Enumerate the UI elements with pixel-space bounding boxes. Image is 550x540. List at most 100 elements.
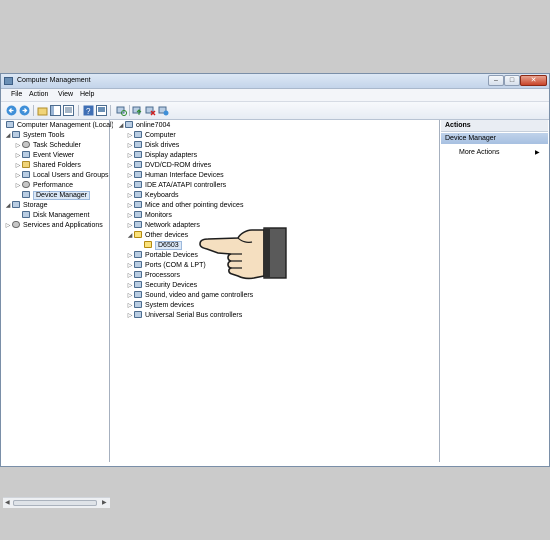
back-icon[interactable]	[6, 105, 17, 116]
device-category-keyboards[interactable]: ▷ Keyboards	[127, 191, 178, 201]
device-category-usb[interactable]: ▷ Universal Serial Bus controllers	[127, 311, 242, 321]
other-devices-icon	[134, 231, 142, 238]
tree-item-services[interactable]: ▷ Services and Applications	[5, 221, 103, 231]
toolbar: ?	[1, 102, 549, 120]
title-bar[interactable]: Computer Management – □ ✕	[1, 74, 549, 89]
sound-icon	[134, 291, 142, 298]
device-category-monitors[interactable]: ▷ Monitors	[127, 211, 172, 221]
tree-item-shared-folders[interactable]: ▷ Shared Folders	[15, 161, 81, 171]
collapse-icon[interactable]: ◢	[5, 131, 11, 141]
device-tree-root[interactable]: ◢ online7004	[118, 121, 170, 131]
horizontal-scrollbar[interactable]: ◀ ▶	[3, 497, 110, 508]
device-category-mice[interactable]: ▷ Mice and other pointing devices	[127, 201, 243, 211]
unknown-device-item[interactable]: D6503	[137, 241, 182, 251]
device-category-dvd-drives[interactable]: ▷ DVD/CD-ROM drives	[127, 161, 211, 171]
device-category-sound[interactable]: ▷ Sound, video and game controllers	[127, 291, 253, 301]
expand-icon[interactable]: ▷	[127, 261, 133, 271]
expand-icon[interactable]: ▷	[127, 301, 133, 311]
ide-controller-icon	[134, 181, 142, 188]
uninstall-icon[interactable]	[145, 105, 156, 116]
minimize-button[interactable]: –	[488, 75, 504, 86]
tree-item-root[interactable]: Computer Management (Local)	[5, 121, 114, 131]
tree-item-performance[interactable]: ▷ Performance	[15, 181, 73, 191]
more-actions-link[interactable]: More Actions	[459, 148, 499, 158]
keyboard-icon	[134, 191, 142, 198]
expand-icon[interactable]: ▷	[127, 191, 133, 201]
expand-icon[interactable]: ▷	[127, 171, 133, 181]
disk-drive-icon	[134, 141, 142, 148]
tools-icon	[12, 131, 20, 138]
device-category-system-devices[interactable]: ▷ System devices	[127, 301, 194, 311]
expand-icon[interactable]: ▷	[15, 161, 21, 171]
system-device-icon	[134, 301, 142, 308]
tree-item-event-viewer[interactable]: ▷ Event Viewer	[15, 151, 74, 161]
expand-icon[interactable]: ▷	[15, 171, 21, 181]
users-icon	[22, 171, 30, 178]
expand-icon[interactable]: ▷	[127, 131, 133, 141]
scroll-right-icon[interactable]: ▶	[102, 499, 107, 506]
enable-device-icon[interactable]	[158, 105, 169, 116]
forward-icon[interactable]	[19, 105, 30, 116]
collapse-icon[interactable]: ◢	[127, 231, 133, 241]
tree-item-local-users[interactable]: ▷ Local Users and Groups	[15, 171, 108, 181]
expand-icon[interactable]: ▷	[15, 181, 21, 191]
expand-icon[interactable]: ▷	[127, 251, 133, 261]
close-button[interactable]: ✕	[520, 75, 547, 86]
device-category-network-adapters[interactable]: ▷ Network adapters	[127, 221, 200, 231]
menu-view[interactable]: View	[58, 91, 73, 98]
device-category-disk-drives[interactable]: ▷ Disk drives	[127, 141, 179, 151]
actions-pane: Actions Device Manager More Actions ▶	[441, 120, 548, 462]
pointing-hand-icon	[199, 227, 287, 280]
expand-icon[interactable]: ▷	[127, 181, 133, 191]
properties-icon[interactable]	[63, 105, 74, 116]
expand-icon[interactable]: ▷	[5, 221, 11, 231]
scan-hardware-icon[interactable]	[116, 105, 127, 116]
expand-icon[interactable]: ▷	[15, 151, 21, 161]
maximize-button[interactable]: □	[504, 75, 520, 86]
window-title: Computer Management	[17, 77, 91, 84]
tree-item-device-manager[interactable]: Device Manager	[15, 191, 90, 201]
expand-icon[interactable]: ▷	[127, 311, 133, 321]
expand-icon[interactable]: ▷	[127, 221, 133, 231]
tree-item-storage[interactable]: ◢ Storage	[5, 201, 48, 211]
menu-help[interactable]: Help	[80, 91, 94, 98]
device-category-security-devices[interactable]: ▷ Security Devices	[127, 281, 197, 291]
menu-action[interactable]: Action	[29, 91, 48, 98]
device-category-portable-devices[interactable]: ▷ Portable Devices	[127, 251, 198, 261]
show-hide-tree-icon[interactable]	[50, 105, 61, 116]
device-category-display-adapters[interactable]: ▷ Display adapters	[127, 151, 197, 161]
svg-text:?: ?	[86, 107, 91, 116]
up-folder-icon[interactable]	[37, 105, 48, 116]
expand-icon[interactable]: ▷	[127, 281, 133, 291]
menu-file[interactable]: File	[11, 91, 22, 98]
device-category-ports[interactable]: ▷ Ports (COM & LPT)	[127, 261, 206, 271]
tree-item-system-tools[interactable]: ◢ System Tools	[5, 131, 65, 141]
tree-item-task-scheduler[interactable]: ▷ Task Scheduler	[15, 141, 81, 151]
device-category-processors[interactable]: ▷ Processors	[127, 271, 180, 281]
device-category-hid[interactable]: ▷ Human Interface Devices	[127, 171, 224, 181]
device-category-other-devices[interactable]: ◢ Other devices	[127, 231, 188, 241]
tree-item-disk-management[interactable]: Disk Management	[15, 211, 89, 221]
expand-icon[interactable]: ▷	[127, 271, 133, 281]
expand-icon[interactable]: ▷	[127, 161, 133, 171]
device-category-ide-controllers[interactable]: ▷ IDE ATA/ATAPI controllers	[127, 181, 226, 191]
console-icon[interactable]	[96, 105, 107, 116]
expand-icon[interactable]: ▷	[127, 201, 133, 211]
device-category-computer[interactable]: ▷ Computer	[127, 131, 176, 141]
device-tree-pane: ◢ online7004 ▷ Computer ▷ Disk drives ▷ Disp…	[113, 120, 440, 462]
help-icon[interactable]: ?	[83, 105, 94, 116]
scroll-left-icon[interactable]: ◀	[5, 499, 10, 506]
expand-icon[interactable]: ▷	[127, 211, 133, 221]
collapse-icon[interactable]: ◢	[5, 201, 11, 211]
actions-device-manager[interactable]: Device Manager	[441, 133, 548, 144]
collapse-icon[interactable]: ◢	[118, 121, 124, 131]
processor-icon	[134, 271, 142, 278]
services-icon	[12, 221, 20, 228]
expand-icon[interactable]: ▷	[127, 291, 133, 301]
scrollbar-thumb[interactable]	[13, 500, 97, 506]
expand-icon[interactable]: ▷	[127, 151, 133, 161]
expand-icon[interactable]: ▷	[127, 141, 133, 151]
expand-icon[interactable]: ▷	[15, 141, 21, 151]
performance-icon	[22, 181, 30, 188]
update-driver-icon[interactable]	[132, 105, 143, 116]
